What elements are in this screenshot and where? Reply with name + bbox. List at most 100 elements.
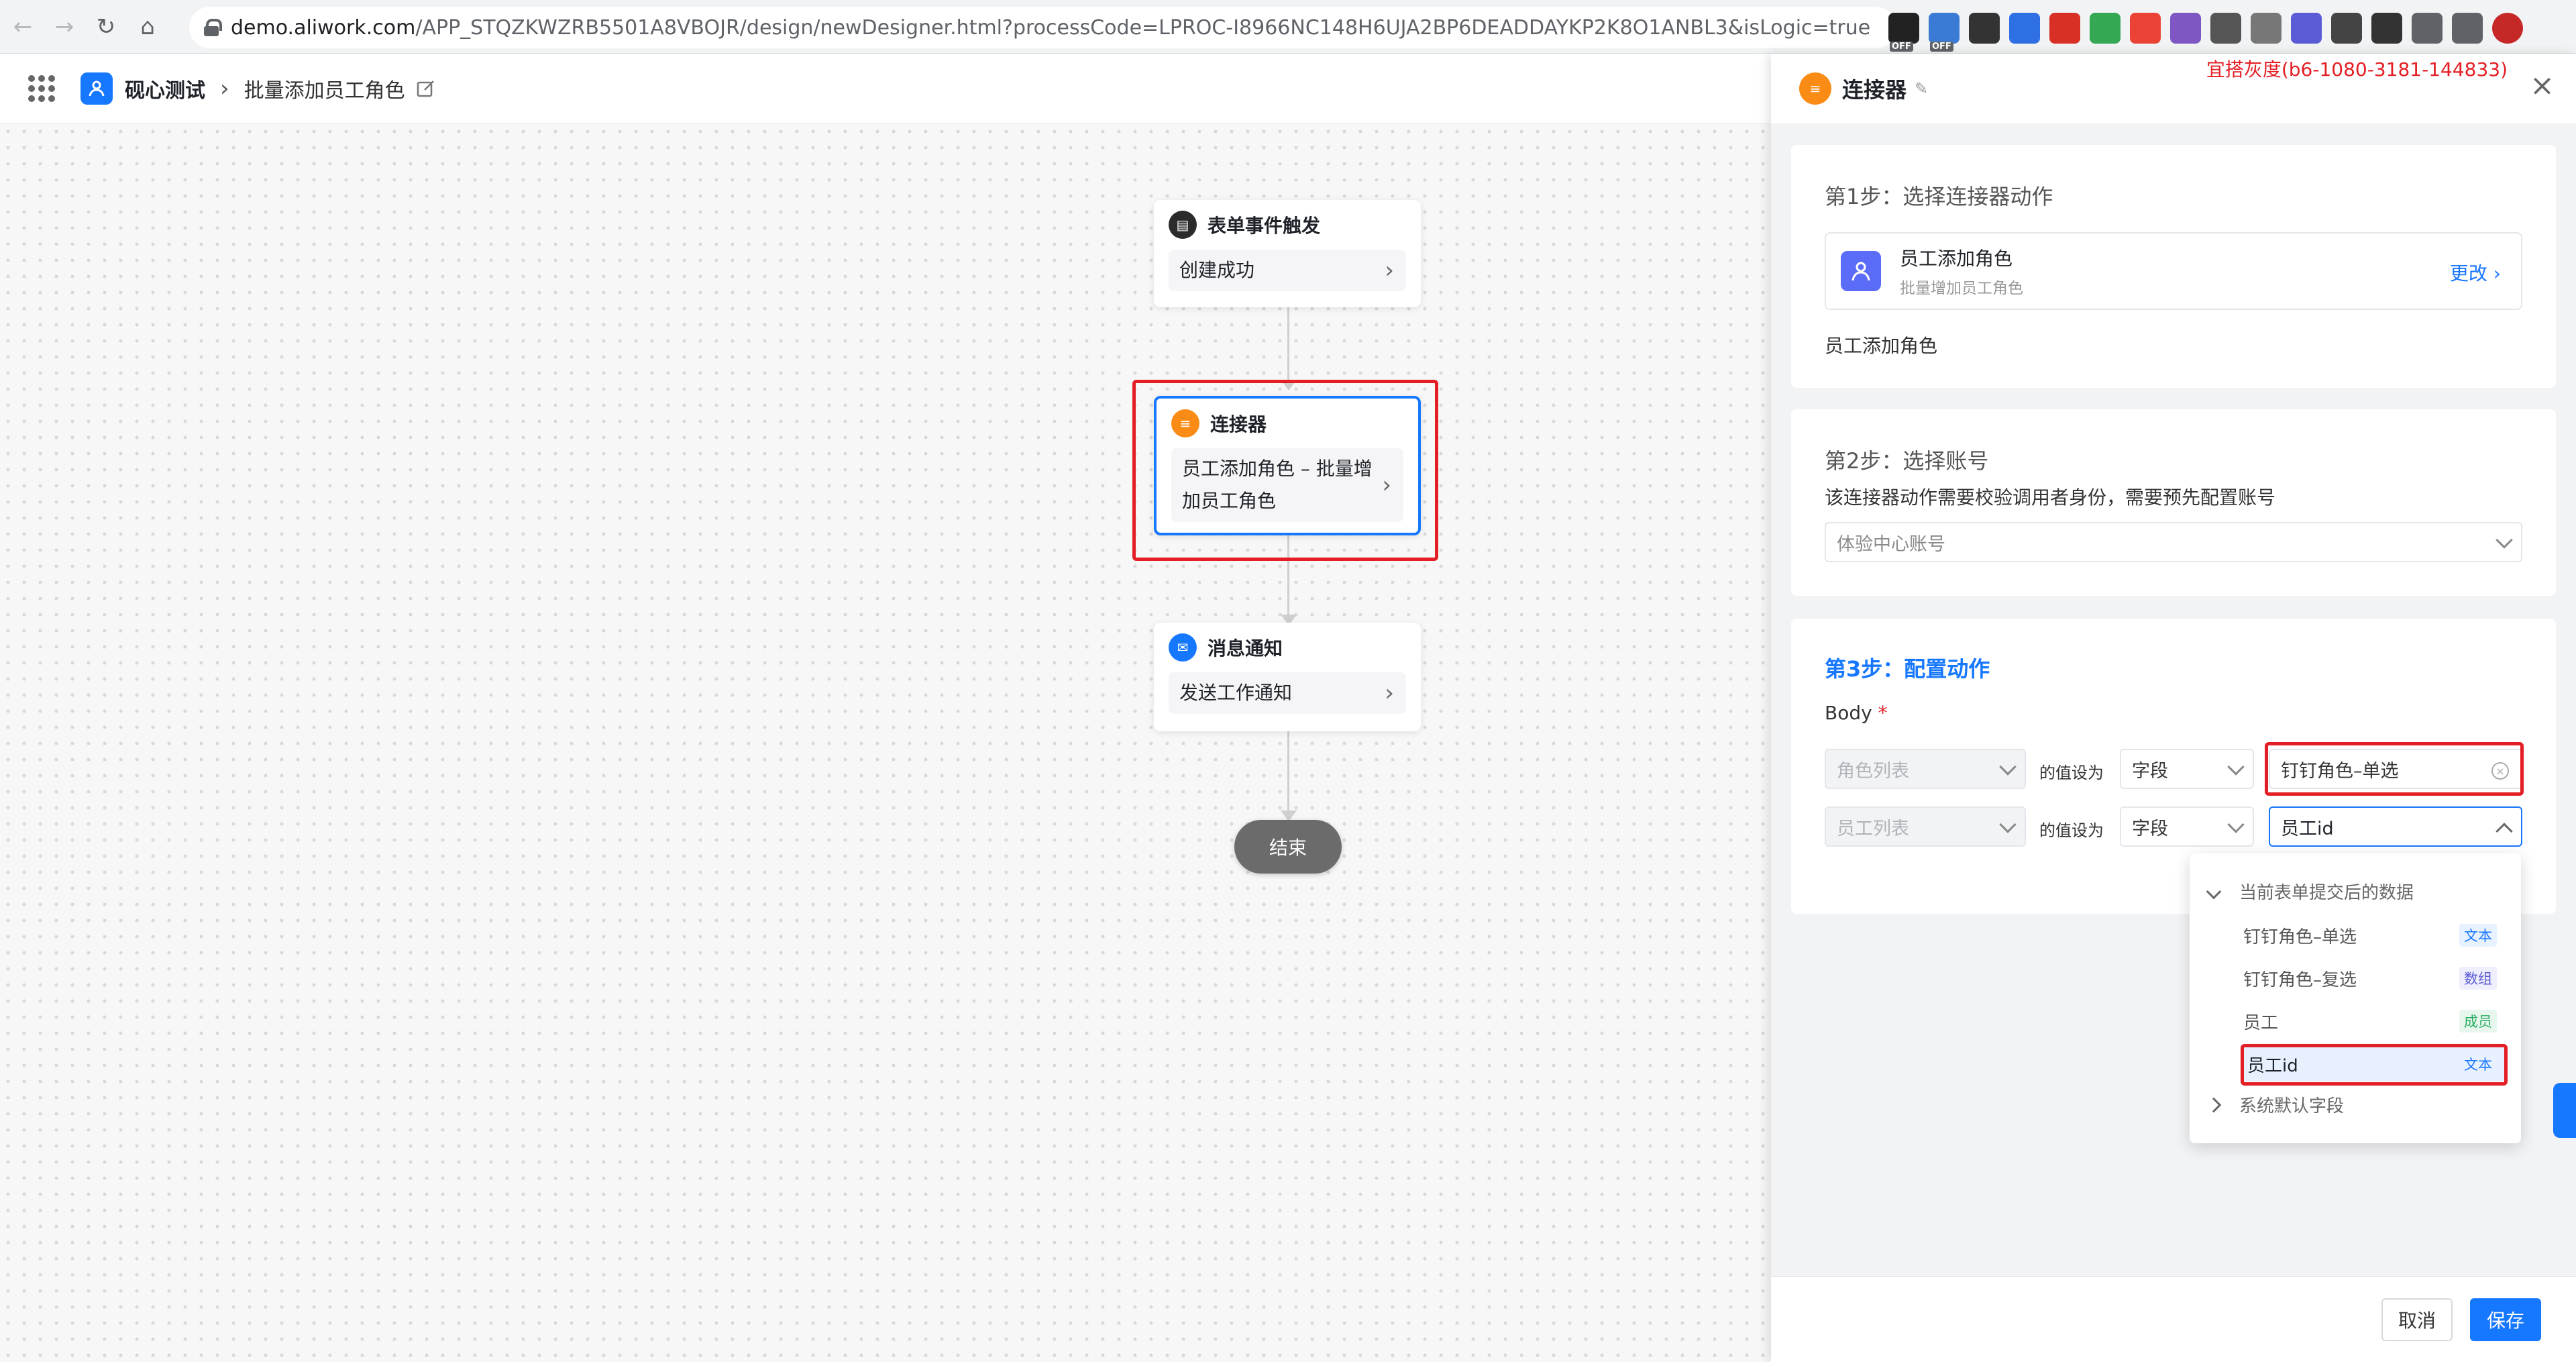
param-select-employee: 员工列表 [1825, 806, 2026, 847]
back-icon[interactable]: ← [4, 8, 42, 46]
address-bar[interactable]: demo.aliwork.com/APP_STQZKWZRB5501A8VBOJ… [189, 7, 1896, 48]
chevron-up-icon [2496, 823, 2513, 840]
dropdown-item[interactable]: 钉钉角色–复选 数组 [2243, 961, 2505, 996]
end-node[interactable]: 结束 [1234, 820, 1342, 874]
flow-canvas[interactable] [0, 123, 1771, 1362]
chevron-down-icon [1999, 758, 2017, 776]
connector-node[interactable]: ≡ 连接器 员工添加角色 – 批量增 加员工角色 › [1154, 396, 1421, 535]
extension-icon[interactable] [2130, 13, 2161, 44]
chevron-right-icon: › [1385, 680, 1394, 706]
extension-icon[interactable] [2049, 13, 2080, 44]
connector-desc: 批量增加员工角色 [1900, 280, 2023, 297]
flow-edge [1287, 731, 1289, 819]
connector-icon: ≡ [1799, 72, 1831, 105]
flow-edge [1287, 307, 1289, 386]
node-title: 表单事件触发 [1208, 215, 1321, 237]
forward-icon[interactable]: → [46, 8, 83, 46]
url-path: /APP_STQZKWZRB5501A8VBOJR/design/newDesi… [415, 15, 1871, 40]
change-link[interactable]: 更改 › [2450, 259, 2501, 286]
panel-title: 连接器 [1842, 77, 1907, 103]
chevron-down-icon [2227, 816, 2245, 833]
extension-icon[interactable] [2210, 13, 2241, 44]
cancel-button[interactable]: 取消 [2381, 1298, 2453, 1341]
chevron-right-icon [2206, 1097, 2222, 1112]
extension-icon[interactable]: OFF [1888, 13, 1919, 52]
selected-connector: 员工添加角色 批量增加员工角色 更改 › [1825, 232, 2522, 310]
clear-icon[interactable]: × [2491, 762, 2509, 780]
extension-icon[interactable]: OFF [1929, 13, 1960, 52]
sidebar-icon[interactable] [2452, 13, 2483, 44]
node-body-text: 员工添加角色 – 批量增 [1182, 458, 1373, 480]
chevron-down-icon [2496, 531, 2513, 549]
extension-icon[interactable] [1969, 13, 2000, 44]
extension-icon[interactable] [2170, 13, 2201, 44]
flow-edge [1287, 535, 1289, 621]
connector-icon: ≡ [1171, 409, 1199, 437]
dropdown-group-system[interactable]: 系统默认字段 [2206, 1092, 2344, 1117]
step1-card: 第1步：选择连接器动作 员工添加角色 批量增加员工角色 更改 › 员工添加角色 [1791, 145, 2556, 388]
close-icon[interactable]: × [2530, 71, 2555, 101]
user-icon [1841, 251, 1881, 291]
breadcrumb-separator-icon: › [220, 74, 229, 102]
dropdown-item[interactable]: 钉钉角色–单选 文本 [2243, 918, 2505, 953]
chevron-down-icon [1999, 816, 2017, 833]
value-as-label: 的值设为 [2039, 764, 2104, 782]
home-icon[interactable]: ⌂ [129, 8, 166, 46]
account-select[interactable]: 体验中心账号 [1825, 522, 2522, 562]
reload-icon[interactable]: ↻ [87, 8, 125, 46]
apps-grid-icon[interactable] [28, 74, 55, 102]
extension-icon[interactable] [2371, 13, 2402, 44]
panel-header: ≡ 连接器 ✎ 宜搭灰度(b6-1080-3181-144833) × [1771, 54, 2576, 123]
value-select-role[interactable]: 钉钉角色–单选 × [2269, 749, 2522, 789]
type-select[interactable]: 字段 [2120, 806, 2254, 847]
chevron-down-icon [2206, 884, 2222, 899]
node-body-text: 加员工角色 [1182, 490, 1277, 512]
extension-icon[interactable] [2331, 13, 2362, 44]
step3-title: 第3步：配置动作 [1825, 656, 1990, 682]
chevron-down-icon [2227, 758, 2245, 776]
action-name: 员工添加角色 [1825, 335, 1938, 357]
document-icon: ▤ [1169, 211, 1197, 239]
extension-icon[interactable] [2090, 13, 2121, 44]
app-name[interactable]: 砚心测试 [125, 74, 205, 103]
browser-toolbar: ← → ↻ ⌂ demo.aliwork.com/APP_STQZKWZRB55… [0, 0, 2576, 54]
dropdown-group-current[interactable]: 当前表单提交后的数据 [2206, 879, 2414, 904]
app-header: 砚心测试 › 批量添加员工角色 [0, 54, 1771, 123]
param-select-role: 角色列表 [1825, 749, 2026, 789]
extension-icon[interactable] [2009, 13, 2040, 44]
field-dropdown: 当前表单提交后的数据 钉钉角色–单选 文本 钉钉角色–复选 数组 员工 成员 员工id… [2190, 853, 2521, 1143]
feedback-tab[interactable] [2553, 1083, 2576, 1138]
node-title: 连接器 [1210, 413, 1267, 435]
value-select-employee[interactable]: 员工id [2269, 806, 2522, 847]
step2-card: 第2步：选择账号 该连接器动作需要校验调用者身份，需要预先配置账号 体验中心账号 [1791, 409, 2556, 596]
dropdown-item-selected[interactable]: 员工id 文本 [2243, 1047, 2505, 1082]
connector-name: 员工添加角色 [1900, 248, 2013, 270]
message-icon: ✉ [1169, 633, 1197, 662]
extension-icon[interactable] [2291, 13, 2322, 44]
puzzle-icon[interactable] [2412, 13, 2443, 44]
flow-arrow-icon [1281, 380, 1297, 390]
url-host: demo.aliwork.com [231, 15, 416, 40]
dropdown-item[interactable]: 员工 成员 [2243, 1004, 2505, 1039]
lock-icon [204, 19, 222, 36]
step2-hint: 该连接器动作需要校验调用者身份，需要预先配置账号 [1825, 486, 2276, 509]
step2-title: 第2步：选择账号 [1825, 448, 1989, 474]
chevron-right-icon: › [1385, 257, 1394, 284]
notify-node[interactable]: ✉ 消息通知 发送工作通知 › [1154, 623, 1421, 731]
edit-icon[interactable]: ✎ [1915, 79, 1928, 98]
profile-icon[interactable] [2492, 13, 2523, 44]
panel-footer: 取消 保存 [1771, 1276, 2576, 1362]
body-label: Body * [1825, 702, 1888, 724]
edit-icon[interactable] [416, 78, 436, 99]
node-body-text: 创建成功 [1179, 259, 1255, 281]
chevron-right-icon: › [1382, 472, 1391, 499]
type-select[interactable]: 字段 [2120, 749, 2254, 789]
node-title: 消息通知 [1208, 637, 1283, 660]
node-body-text: 发送工作通知 [1179, 682, 1293, 704]
extension-icon[interactable] [2251, 13, 2282, 44]
page-title: 批量添加员工角色 [244, 78, 405, 103]
trigger-node[interactable]: ▤ 表单事件触发 创建成功 › [1154, 200, 1421, 307]
save-button[interactable]: 保存 [2470, 1298, 2541, 1341]
config-panel: ≡ 连接器 ✎ 宜搭灰度(b6-1080-3181-144833) × 第1步：… [1771, 54, 2576, 1362]
env-tag: 宜搭灰度(b6-1080-3181-144833) [2206, 58, 2508, 81]
